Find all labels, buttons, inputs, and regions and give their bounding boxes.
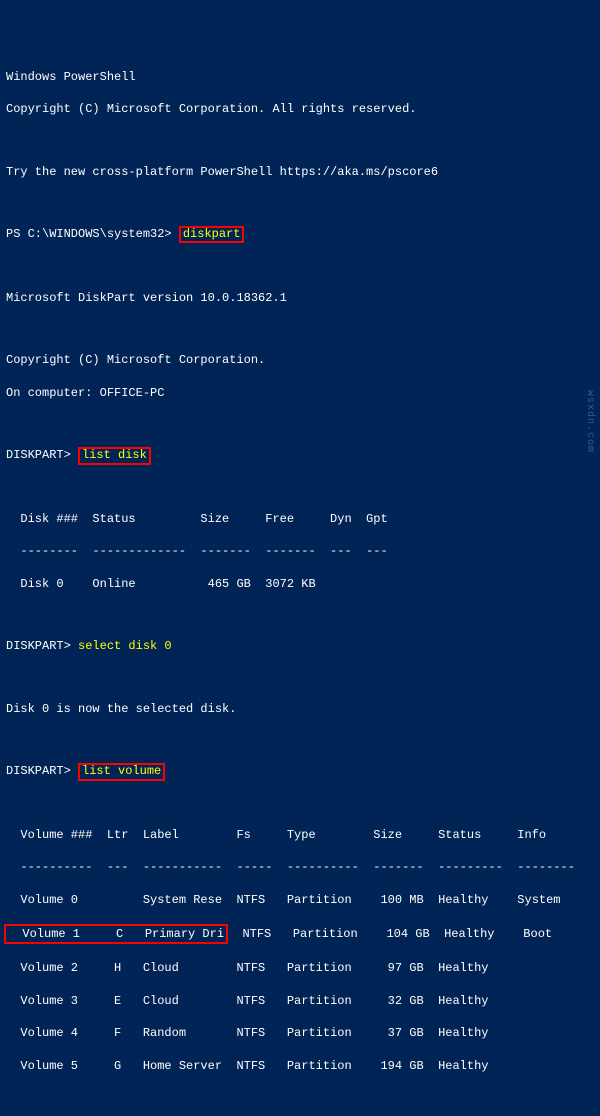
- blank: [6, 260, 594, 274]
- ps-prompt: PS C:\WINDOWS\system32>: [6, 227, 172, 241]
- row-left-highlight: Volume 1 C Primary Dri: [4, 924, 228, 944]
- dp-prompt-line[interactable]: DISKPART> list volume: [6, 763, 594, 780]
- volume-table-row: Volume 2 H Cloud NTFS Partition 97 GB He…: [6, 960, 594, 976]
- volume-table-divider: ---------- --- ----------- ----- -------…: [6, 859, 594, 875]
- row-right: NTFS Partition 97 GB Healthy: [222, 961, 488, 975]
- row-left: Volume 5 G Home Server: [6, 1059, 222, 1073]
- blank: [6, 671, 594, 685]
- row-right: NTFS Partition 100 MB Healthy System: [222, 893, 560, 907]
- try-msg: Try the new cross-platform PowerShell ht…: [6, 164, 594, 180]
- title-line: Windows PowerShell: [6, 69, 594, 85]
- volume-table-row: Volume 4 F Random NTFS Partition 37 GB H…: [6, 1025, 594, 1041]
- dp-prompt: DISKPART>: [6, 448, 71, 462]
- watermark: wsxdn.com: [583, 390, 597, 453]
- copyright-line: Copyright (C) Microsoft Corporation. All…: [6, 101, 594, 117]
- blank: [6, 1090, 594, 1104]
- blank: [6, 322, 594, 336]
- diskpart-computer: On computer: OFFICE-PC: [6, 385, 594, 401]
- list-disk-command: list disk: [78, 447, 151, 464]
- volume-table-header: Volume ### Ltr Label Fs Type Size Status…: [6, 827, 594, 843]
- disk-selected-msg: Disk 0 is now the selected disk.: [6, 701, 594, 717]
- blank: [6, 797, 594, 811]
- diskpart-command: diskpart: [179, 226, 245, 243]
- dp-prompt-line[interactable]: DISKPART> select disk 0: [6, 638, 594, 654]
- row-right: NTFS Partition 104 GB Healthy Boot: [228, 927, 552, 941]
- row-left: Volume 2 H Cloud: [6, 961, 222, 975]
- disk-table-header: Disk ### Status Size Free Dyn Gpt: [6, 511, 594, 527]
- list-volume-command: list volume: [78, 763, 165, 780]
- volume-table-row: Volume 3 E Cloud NTFS Partition 32 GB He…: [6, 993, 594, 1009]
- row-left: Volume 0 System Rese: [6, 893, 222, 907]
- row-left: Volume 4 F Random: [6, 1026, 222, 1040]
- ps-prompt-line[interactable]: PS C:\WINDOWS\system32> diskpart: [6, 226, 594, 243]
- blank: [6, 196, 594, 210]
- dp-prompt: DISKPART>: [6, 639, 71, 653]
- dp-prompt-line[interactable]: DISKPART> list disk: [6, 447, 594, 464]
- blank: [6, 608, 594, 622]
- row-left: Volume 3 E Cloud: [6, 994, 222, 1008]
- select-disk-command: select disk 0: [78, 639, 172, 653]
- row-right: NTFS Partition 37 GB Healthy: [222, 1026, 488, 1040]
- blank: [6, 417, 594, 431]
- disk-table-divider: -------- ------------- ------- ------- -…: [6, 543, 594, 559]
- row-right: NTFS Partition 194 GB Healthy: [222, 1059, 488, 1073]
- blank: [6, 134, 594, 148]
- diskpart-copyright: Copyright (C) Microsoft Corporation.: [6, 352, 594, 368]
- row-right: NTFS Partition 32 GB Healthy: [222, 994, 488, 1008]
- volume-table-row: Volume 5 G Home Server NTFS Partition 19…: [6, 1058, 594, 1074]
- blank: [6, 733, 594, 747]
- volume-table-row: Volume 0 System Rese NTFS Partition 100 …: [6, 892, 594, 908]
- disk-table-row: Disk 0 Online 465 GB 3072 KB: [6, 576, 594, 592]
- dp-prompt: DISKPART>: [6, 764, 71, 778]
- blank: [6, 481, 594, 495]
- diskpart-version: Microsoft DiskPart version 10.0.18362.1: [6, 290, 594, 306]
- volume-table-row-highlighted: Volume 1 C Primary Dri NTFS Partition 10…: [6, 924, 594, 944]
